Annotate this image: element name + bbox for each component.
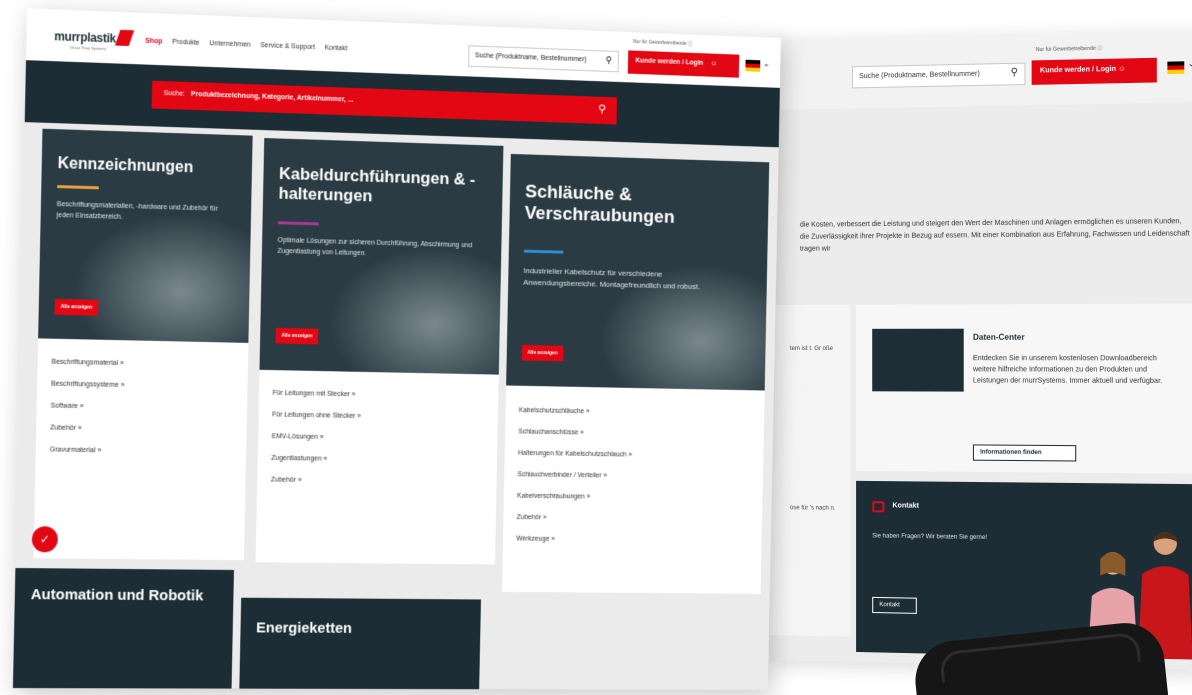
datacenter-title: Daten-Center	[972, 332, 1025, 342]
card-title: Schläuche & Verschraubungen	[524, 181, 675, 228]
category-card-energieketten[interactable]: Energieketten	[239, 597, 481, 690]
nav-kontakt[interactable]: Kontakt	[324, 45, 347, 53]
header-search-input[interactable]: Suche (Produktname, Bestellnummer) ⚲	[468, 45, 619, 73]
card-link[interactable]: Schlauchverbinder / Verteiler »	[517, 471, 631, 479]
datacenter-image	[872, 328, 964, 392]
card-link[interactable]: Halterungen für Kabelschutzschlauch »	[518, 450, 632, 459]
card-description: Optimale Lösungen zur sicheren Durchführ…	[277, 237, 473, 258]
card-title: Automation und Robotik	[30, 586, 204, 605]
card-link[interactable]: Beschriftungsmaterial »	[51, 359, 125, 367]
logo-mark-icon	[114, 29, 135, 47]
front-screen: murrplastik Great Than Systems Shop Prod…	[12, 8, 781, 690]
chevron-down-icon[interactable]: ⌄	[1187, 58, 1192, 70]
header-search-placeholder: Suche (Produktname, Bestellnummer)	[474, 52, 587, 64]
card-title: Kabeldurchführungen & -halterungen	[278, 164, 476, 205]
back-screen: Suche (Produktname, Bestellnummer) ⚲ Nur…	[770, 29, 1192, 671]
card-link-list: Beschriftungsmaterial » Beschriftungssys…	[49, 359, 125, 470]
card-link[interactable]: Kabelschutzschläuche »	[519, 407, 633, 416]
datacenter-card: Daten-Center Entdecken Sie in unserem ko…	[856, 303, 1192, 474]
german-flag-icon[interactable]	[745, 59, 761, 72]
german-flag-icon[interactable]	[1167, 61, 1185, 75]
card-hero: Kennzeichnungen Beschriftungsmaterialien…	[38, 128, 253, 343]
trade-note: Nur für Gewerbetreibende ⓘ	[633, 38, 693, 48]
back-header: Suche (Produktname, Bestellnummer) ⚲ Nur…	[770, 29, 1192, 111]
product-search-label: Suche:	[163, 90, 186, 98]
user-icon: ☺	[1118, 65, 1126, 73]
chat-icon	[872, 501, 885, 513]
logo[interactable]: murrplastik	[54, 29, 116, 45]
search-icon[interactable]: ⚲	[605, 55, 612, 66]
card-link[interactable]: Beschriftungssysteme »	[51, 381, 125, 389]
category-card-automation[interactable]: Automation und Robotik	[12, 568, 234, 690]
card-link[interactable]: Schlauchanschlüsse »	[518, 429, 632, 438]
back-left-column: tem ist t. Gr oße ose für 's nach n.	[770, 304, 851, 637]
nav-service-support[interactable]: Service & Support	[260, 42, 315, 51]
card-link[interactable]: Kabelverschraubungen »	[517, 493, 631, 501]
card-link-list: Für Leitungen mit Stecker » Für Leitunge…	[270, 390, 361, 500]
card-hero-image	[326, 243, 504, 375]
card-hero: Kabeldurchführungen & -halterungen Optim…	[259, 138, 504, 375]
category-card-kennzeichnungen: Kennzeichnungen Beschriftungsmaterialien…	[33, 128, 253, 561]
card-link[interactable]: Werkzeuge »	[516, 536, 630, 544]
back-search-placeholder: Suche (Produktname, Bestellnummer)	[859, 70, 980, 81]
card-show-all-button[interactable]: Alle anzeigen	[275, 327, 319, 345]
card-link[interactable]: Für Leitungen mit Stecker »	[273, 390, 362, 399]
card-hero: Schläuche & Verschraubungen Industrielle…	[506, 153, 770, 391]
search-icon: ⚲	[1010, 66, 1019, 79]
datacenter-text: Entdecken Sie in unserem kostenlosen Dow…	[972, 355, 1163, 386]
card-link[interactable]: Zubehör »	[517, 514, 631, 522]
card-title: Kennzeichnungen	[57, 155, 194, 177]
category-card-kabeldurchfuehrungen: Kabeldurchführungen & -halterungen Optim…	[255, 138, 504, 565]
logo-tagline: Great Than Systems	[69, 44, 107, 52]
login-label: Kunde werden / Login	[635, 57, 704, 67]
main-nav: Shop Produkte Unternehmen Service & Supp…	[145, 38, 347, 53]
nav-produkte[interactable]: Produkte	[172, 39, 200, 47]
product-search-input[interactable]: Suche: Produktbezeichnung, Kategorie, Ar…	[151, 80, 618, 125]
card-accent-bar	[57, 185, 99, 190]
contact-text: Sie haben Fragen? Wir beraten Sie gerne!	[872, 533, 988, 542]
contact-button[interactable]: Kontakt	[872, 596, 917, 614]
card-show-all-button[interactable]: Alle anzeigen	[54, 298, 99, 316]
back-login-button[interactable]: Kunde werden / Login ☺	[1031, 57, 1157, 85]
card-description: Industrieller Kabelschutz für verschiede…	[523, 266, 701, 292]
category-card-schlaeuche: Schläuche & Verschraubungen Industrielle…	[501, 153, 770, 594]
card-link-list: Kabelschutzschläuche » Schlauchanschlüss…	[516, 407, 633, 558]
card-link[interactable]: Zubehör »	[271, 477, 360, 485]
card-accent-bar	[277, 221, 319, 226]
back-intro-text: die Kosten, verbessert die Leistung und …	[799, 218, 1190, 253]
card-link[interactable]: Gravurmaterial »	[50, 446, 124, 454]
back-trade-note: Nur für Gewerbetreibende ⓘ	[1035, 45, 1103, 54]
card-link[interactable]: EMV-Lösungen »	[272, 433, 361, 441]
back-search-input[interactable]: Suche (Produktname, Bestellnummer) ⚲	[852, 62, 1026, 89]
contact-title: Kontakt	[892, 502, 919, 510]
card-link[interactable]: Für Leitungen ohne Stecker »	[272, 412, 361, 420]
nav-unternehmen[interactable]: Unternehmen	[209, 40, 250, 48]
card-accent-bar	[523, 249, 564, 254]
back-left-snippet: tem ist t. Gr oße	[789, 345, 833, 353]
product-search-placeholder: Produktbezeichnung, Kategorie, Artikelnu…	[190, 90, 354, 104]
chevron-down-icon[interactable]: ⌄	[763, 58, 770, 69]
card-title: Energieketten	[255, 619, 353, 637]
user-icon: ☺	[710, 60, 718, 68]
back-login-label: Kunde werden / Login	[1039, 65, 1117, 75]
login-button[interactable]: Kunde werden / Login ☺	[627, 50, 740, 78]
search-icon[interactable]: ⚲	[598, 103, 606, 115]
card-show-all-button[interactable]: Alle anzeigen	[521, 344, 564, 362]
back-left-snippet: ose für 's nach n.	[789, 505, 836, 512]
card-link[interactable]: Zugentlastungen »	[271, 455, 360, 463]
card-link[interactable]: Zubehör »	[50, 425, 124, 433]
datacenter-button[interactable]: Informationen finden	[972, 444, 1077, 462]
card-link[interactable]: Software »	[51, 403, 125, 411]
nav-shop[interactable]: Shop	[145, 38, 162, 46]
card-hero-image	[71, 209, 253, 343]
